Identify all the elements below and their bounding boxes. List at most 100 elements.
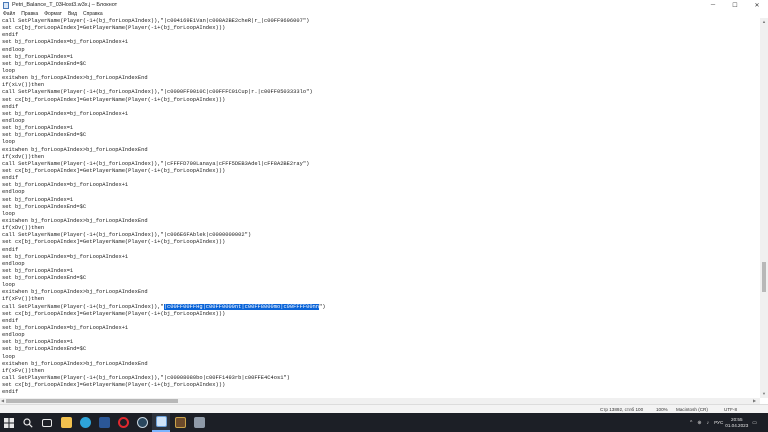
taskbar-steam[interactable] xyxy=(133,413,151,432)
code-line: exitwhen bj_forLoopAIndex>bj_forLoopAInd… xyxy=(2,289,148,296)
code-line: set bj_forLoopAIndexEnd=$C xyxy=(2,132,87,139)
code-line: set cx[bj_forLoopAIndex]=GetPlayerName(P… xyxy=(2,310,226,317)
explorer-icon xyxy=(60,417,72,428)
scroll-up-icon[interactable]: ▲ xyxy=(762,19,766,24)
close-button[interactable]: ✕ xyxy=(746,0,768,10)
code-text: ") xyxy=(319,303,326,310)
text-editor-area[interactable]: call SetPlayerName(Player(-1+(bj_forLoop… xyxy=(0,18,760,398)
clock[interactable]: 20:55 01.04.2023 xyxy=(725,417,748,429)
code-line: call SetPlayerName(Player(-1+(bj_forLoop… xyxy=(2,89,313,96)
code-line: set bj_forLoopAIndex=1 xyxy=(2,125,74,132)
title-bar[interactable]: Petri_Balance_T_03Host3.w3x.j – Блокнот … xyxy=(0,0,768,10)
code-line: set cx[bj_forLoopAIndex]=GetPlayerName(P… xyxy=(2,25,226,32)
code-line: endloop xyxy=(2,260,25,267)
code-line: loop xyxy=(2,139,15,146)
scroll-right-icon[interactable]: ▶ xyxy=(753,398,756,403)
notification-icon[interactable]: ▭ xyxy=(752,420,757,426)
code-line: if(xFv())then xyxy=(2,296,45,303)
network-icon[interactable]: ⊕ xyxy=(697,420,701,426)
taskbar-notepad[interactable] xyxy=(152,413,170,432)
search-button[interactable] xyxy=(19,413,37,432)
scroll-down-icon[interactable]: ▼ xyxy=(762,391,766,396)
chevron-up-icon[interactable]: ^ xyxy=(690,420,692,426)
word-icon xyxy=(98,417,110,428)
code-line: call SetPlayerName(Player(-1+(bj_forLoop… xyxy=(2,375,290,382)
code-line: exitwhen bj_forLoopAIndex>bj_forLoopAInd… xyxy=(2,146,148,153)
code-text: call SetPlayerName(Player(-1+(bj_forLoop… xyxy=(2,303,164,310)
start-button[interactable] xyxy=(0,413,18,432)
menu-view[interactable]: Вид xyxy=(68,11,77,17)
text-editor-icon xyxy=(193,417,205,428)
code-line: endif xyxy=(2,389,19,396)
code-line: loop xyxy=(2,210,15,217)
code-line: endloop xyxy=(2,46,25,53)
code-line: endif xyxy=(2,246,19,253)
code-line: set cx[bj_forLoopAIndex]=GetPlayerName(P… xyxy=(2,239,226,246)
code-line: exitwhen bj_forLoopAIndex>bj_forLoopAInd… xyxy=(2,217,148,224)
taskbar-warcraft[interactable] xyxy=(171,413,189,432)
task-view-icon xyxy=(42,418,52,427)
code-line: set cx[bj_forLoopAIndex]=GetPlayerName(P… xyxy=(2,96,226,103)
taskbar-opera[interactable] xyxy=(114,413,132,432)
code-line: set bj_forLoopAIndex=bj_forLoopAIndex+1 xyxy=(2,110,129,117)
search-icon xyxy=(23,417,33,428)
steam-icon xyxy=(136,417,148,428)
window-title: Petri_Balance_T_03Host3.w3x.j – Блокнот xyxy=(12,2,118,8)
code-line-selected: call SetPlayerName(Player(-1+(bj_forLoop… xyxy=(0,303,760,311)
vertical-scroll-thumb[interactable] xyxy=(762,262,766,292)
code-line: set cx[bj_forLoopAIndex]=GetPlayerName(P… xyxy=(2,382,226,389)
code-line: endif xyxy=(2,103,19,110)
code-line: set cx[bj_forLoopAIndex]=GetPlayerName(P… xyxy=(2,167,226,174)
minimize-button[interactable]: ─ xyxy=(702,0,724,10)
code-line: set bj_forLoopAIndex=1 xyxy=(2,339,74,346)
code-line: set bj_forLoopAIndex=bj_forLoopAIndex+1 xyxy=(2,182,129,189)
code-line: set bj_forLoopAIndexEnd=$C xyxy=(2,60,87,67)
code-line: set bj_forLoopAIndexEnd=$C xyxy=(2,275,87,282)
code-line: if(xLv())then xyxy=(2,82,45,89)
notepad-icon xyxy=(3,1,9,9)
menu-bar: Файл Правка Формат Вид Справка xyxy=(0,10,768,18)
code-line: set bj_forLoopAIndex=1 xyxy=(2,53,74,60)
code-line: endloop xyxy=(2,189,25,196)
zoom-level: 100% xyxy=(656,407,668,412)
encoding: UTF-8 xyxy=(724,407,738,412)
menu-help[interactable]: Справка xyxy=(83,11,103,17)
code-line: endif xyxy=(2,32,19,39)
menu-format[interactable]: Формат xyxy=(44,11,62,17)
clock-date: 01.04.2023 xyxy=(725,422,749,428)
scroll-left-icon[interactable]: ◀ xyxy=(1,398,4,403)
maximize-button[interactable]: ☐ xyxy=(724,0,746,10)
menu-edit[interactable]: Правка xyxy=(21,11,38,17)
code-line: call SetPlayerName(Player(-1+(bj_forLoop… xyxy=(2,232,252,239)
opera-icon xyxy=(117,417,129,428)
taskbar-text-editor[interactable] xyxy=(190,413,208,432)
vertical-scrollbar[interactable]: ▲ ▼ xyxy=(760,18,768,398)
notepad-icon xyxy=(155,416,167,427)
code-line: set bj_forLoopAIndex=1 xyxy=(2,196,74,203)
horizontal-scroll-thumb[interactable] xyxy=(6,399,178,403)
system-tray: ^ ⊕ ♪ РУС 20:55 01.04.2023 ▭ xyxy=(690,413,762,432)
code-line: set bj_forLoopAIndexEnd=$C xyxy=(2,346,87,353)
volume-icon[interactable]: ♪ xyxy=(707,420,710,426)
status-bar: Стр 13892, стлб 100 100% Macintosh (CR) … xyxy=(0,404,768,413)
code-line: set bj_forLoopAIndex=bj_forLoopAIndex+1 xyxy=(2,253,129,260)
code-line: if(xDv())then xyxy=(2,225,45,232)
code-line: endif xyxy=(2,317,19,324)
cursor-position: Стр 13892, стлб 100 xyxy=(600,407,644,412)
code-line: if(xdv())then xyxy=(2,153,45,160)
taskbar-edge[interactable] xyxy=(76,413,94,432)
taskbar-word[interactable] xyxy=(95,413,113,432)
code-line: set bj_forLoopAIndexEnd=$C xyxy=(2,203,87,210)
menu-file[interactable]: Файл xyxy=(3,11,15,17)
line-endings: Macintosh (CR) xyxy=(676,407,708,412)
taskbar-explorer[interactable] xyxy=(57,413,75,432)
taskbar-task-view[interactable] xyxy=(38,413,56,432)
selected-text[interactable]: |c00FF00FFHg|c00FF0000nt|c00FF8000mo|c00… xyxy=(163,303,320,310)
code-line: set bj_forLoopAIndex=bj_forLoopAIndex+1 xyxy=(2,39,129,46)
code-line: endloop xyxy=(2,332,25,339)
code-line: call SetPlayerName(Player(-1+(bj_forLoop… xyxy=(2,160,310,167)
windows-icon xyxy=(4,417,14,428)
warcraft-icon xyxy=(174,417,186,428)
language-indicator[interactable]: РУС xyxy=(714,420,723,425)
window-controls: ─ ☐ ✕ xyxy=(702,0,768,10)
